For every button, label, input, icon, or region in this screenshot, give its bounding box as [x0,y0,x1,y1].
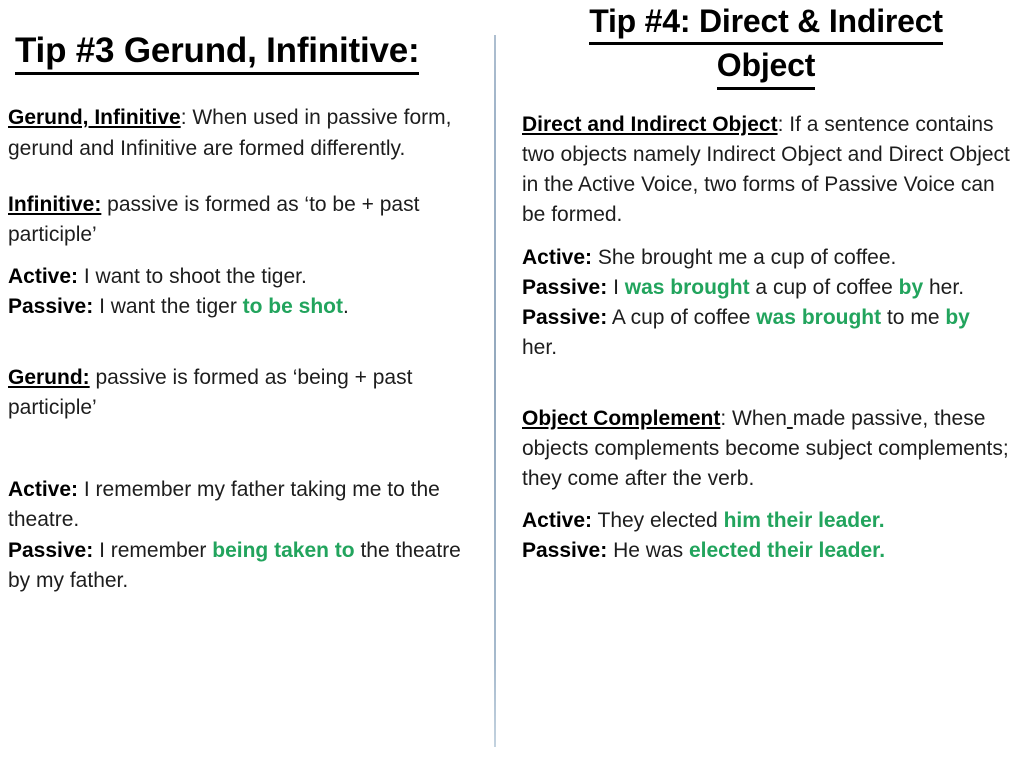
coffee-passive-1-highlight-1: was brought [624,275,750,299]
active-label: Active: [522,509,593,533]
object-complement-text-before: When [726,406,787,430]
active-label: Active: [8,265,79,289]
right-column: Tip #4: Direct & Indirect Object Direct … [496,0,1024,567]
passive-label: Passive: [522,306,608,330]
passive-label: Passive: [8,538,94,562]
infinitive-active-example: Active: I want to shoot the tiger. [8,262,480,292]
coffee-active-example: Active: She brought me a cup of coffee. [522,243,1010,273]
coffee-passive-2-highlight-1: was brought [756,306,882,330]
coffee-passive-1-text-1: I [607,275,625,299]
right-column-body: Direct and Indirect Object: If a sentenc… [522,110,1010,567]
left-column-body: Gerund, Infinitive: When used in passive… [8,103,480,596]
passive-label: Passive: [522,539,608,563]
active-label: Active: [8,478,79,502]
coffee-passive-2-text-2: to me [881,306,946,330]
right-title-line2: Object [716,45,815,90]
object-complement-intro: Object Complement: When made passive, th… [522,404,1010,495]
passive-label: Passive: [522,275,608,299]
infinitive-passive-highlight: to be shot [242,295,343,319]
gerund-passive-text-before: I remember [93,538,213,562]
leader-passive-text-before: He was [607,539,689,563]
gerund-rule-label: Gerund: [8,365,90,389]
right-column-title: Tip #4: Direct & Indirect Object [522,1,1010,90]
coffee-passive-1-highlight-2: by [898,275,924,299]
left-column-title: Tip #3 Gerund, Infinitive: [15,30,480,76]
active-label: Active: [522,245,593,269]
leader-active-highlight: him their leader. [723,509,885,533]
right-title-line1: Tip #4: Direct & Indirect [589,1,943,46]
coffee-passive-example-1: Passive: I was brought a cup of coffee b… [522,273,1010,303]
left-column: Tip #3 Gerund, Infinitive: Gerund, Infin… [0,0,494,596]
gerund-rule: Gerund: passive is formed as ‘being + pa… [8,363,480,423]
coffee-passive-1-text-2: a cup of coffee [749,275,899,299]
coffee-passive-1-text-3: her. [923,275,965,299]
gerund-passive-highlight: being taken to [212,538,355,562]
leader-active-text-before: They elected [592,509,724,533]
object-complement-label: Object Complement [522,406,721,430]
leader-passive-highlight: elected their leader. [688,539,886,563]
gerund-active-example: Active: I remember my father taking me t… [8,475,480,535]
leader-passive-example: Passive: He was elected their leader. [522,536,1010,566]
slide-canvas: Tip #3 Gerund, Infinitive: Gerund, Infin… [0,0,1024,768]
gerund-infinitive-intro: Gerund, Infinitive: When used in passive… [8,103,480,163]
infinitive-passive-text-before: I want the tiger [93,295,243,319]
infinitive-active-text: I want to shoot the tiger. [78,265,307,289]
coffee-passive-2-highlight-2: by [945,306,970,330]
infinitive-passive-text-after: . [342,295,349,319]
coffee-passive-2-text-1: A cup of coffee [607,306,757,330]
passive-label: Passive: [8,295,94,319]
gerund-infinitive-label: Gerund, Infinitive [8,106,181,130]
infinitive-rule: Infinitive: passive is formed as ‘to be … [8,190,480,250]
direct-indirect-object-label: Direct and Indirect Object [522,112,778,136]
direct-indirect-object-intro: Direct and Indirect Object: If a sentenc… [522,110,1010,231]
infinitive-passive-example: Passive: I want the tiger to be shot. [8,292,480,322]
coffee-passive-example-2: Passive: A cup of coffee was brought to … [522,303,1010,363]
coffee-passive-2-text-3: her. [522,336,558,360]
left-title-text: Tip #3 Gerund, Infinitive: [15,30,420,76]
coffee-active-text: She brought me a cup of coffee. [592,245,897,269]
gerund-passive-example: Passive: I remember being taken to the t… [8,536,480,596]
leader-active-example: Active: They elected him their leader. [522,506,1010,536]
infinitive-rule-label: Infinitive: [8,192,102,216]
